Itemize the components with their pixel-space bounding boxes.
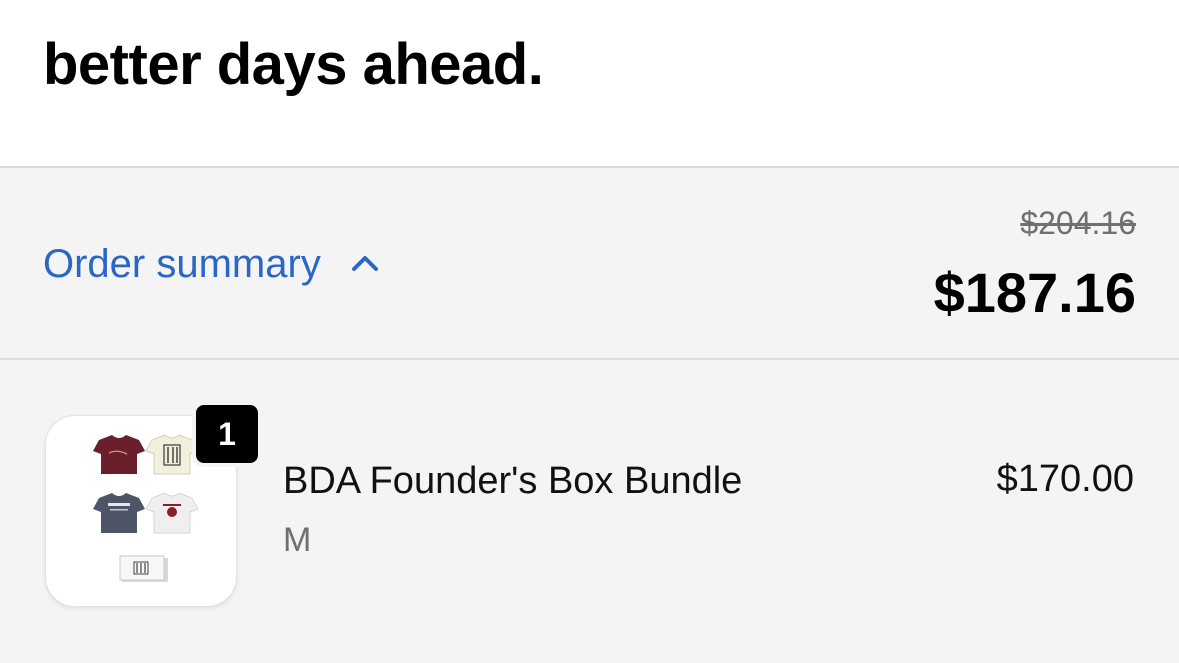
line-item-price: $170.00 [996,458,1134,500]
line-item-thumbnail-wrap: 1 [45,401,262,607]
order-summary-toggle[interactable]: Order summary [43,240,381,288]
quantity-badge: 1 [192,401,262,467]
order-summary-label[interactable]: Order summary [43,240,321,288]
gift-box-icon [119,555,168,582]
order-total-price: $187.16 [933,261,1136,324]
line-item-name: BDA Founder's Box Bundle [283,460,743,502]
store-title[interactable]: better days ahead. [43,30,544,100]
shirt-maroon-icon [93,435,145,474]
checkout-page: better days ahead. Order summary $204.16… [0,0,1179,663]
line-items-list: 1 BDA Founder's Box Bundle M $170.00 [0,360,1179,663]
shirt-white-icon [145,492,199,534]
shirt-slate-icon [93,493,145,533]
chevron-up-icon[interactable] [349,248,381,280]
line-item-variant: M [283,521,312,559]
store-header: better days ahead. [0,0,1179,166]
order-summary-bar[interactable]: Order summary $204.16 $187.16 [0,168,1179,358]
shirt-cream-icon [145,434,199,475]
original-total-price: $204.16 [1020,205,1136,241]
